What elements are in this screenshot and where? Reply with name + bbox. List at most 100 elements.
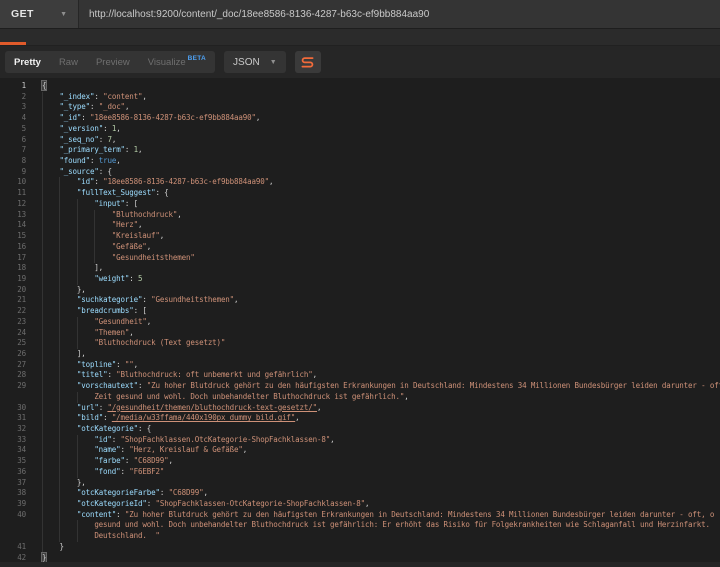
line-number: 16 <box>17 241 26 251</box>
indent-guide <box>59 509 76 521</box>
json-key: "_type" <box>59 102 90 112</box>
method-select[interactable]: GET ▼ <box>0 0 79 28</box>
indent-guide <box>76 434 94 446</box>
indent-guide <box>76 445 94 457</box>
indent-guide <box>42 284 59 296</box>
json-token: Zeit gesund und wohl. Doch unbehandelter… <box>94 391 405 401</box>
code-content: "weight": 5 <box>42 273 143 285</box>
indent-guide <box>59 402 76 414</box>
code-line: 28 "titel": "Bluthochdruck: oft unbemerkt… <box>0 370 720 382</box>
tab-preview[interactable]: Preview <box>87 51 139 73</box>
code-content: ], <box>42 348 86 360</box>
indent-guide <box>76 252 94 264</box>
line-number: 2 <box>21 91 27 101</box>
json-token: , <box>365 499 370 509</box>
indent-guide <box>42 413 59 424</box>
indent-guide <box>59 520 76 532</box>
indent-guide <box>42 509 59 521</box>
indent-guide <box>59 424 76 435</box>
code-content: ], <box>42 263 103 274</box>
json-key: "_index" <box>59 91 95 101</box>
indent-guide <box>59 177 76 189</box>
json-key: "_source" <box>59 166 99 176</box>
code-line: 36 "fond": "F6EBF2" <box>0 466 720 478</box>
tab-raw[interactable]: Raw <box>50 51 87 73</box>
json-token: : <box>124 145 134 155</box>
indent-guide <box>94 209 111 221</box>
code-content: "fullText_Suggest": { <box>42 188 169 199</box>
url-input[interactable]: http://localhost:9200/content/_doc/18ee8… <box>79 0 720 28</box>
indent-guide <box>59 359 76 371</box>
json-token: 5 <box>137 273 143 283</box>
json-token: , <box>234 295 239 305</box>
indent-guide <box>42 327 59 339</box>
request-response-divider <box>0 29 720 46</box>
json-token: , <box>116 123 121 133</box>
indent-guide <box>59 327 76 339</box>
json-key: "url" <box>76 402 99 412</box>
indent-guide <box>42 370 59 382</box>
json-token: "18ee8586-8136-4287-b63c-ef9bb884aa90" <box>90 113 256 123</box>
indent-guide <box>59 220 76 232</box>
json-key: "_id" <box>59 113 82 123</box>
json-token: "Themen" <box>94 327 130 337</box>
json-token: : [ <box>124 198 138 208</box>
json-key: "id" <box>94 434 112 444</box>
json-key: "content" <box>76 509 117 519</box>
tab-label: Pretty <box>14 56 41 68</box>
tab-pretty[interactable]: Pretty <box>5 51 50 73</box>
json-token: : <box>81 113 90 123</box>
code-content: "Gefäße", <box>42 241 151 253</box>
code-line: 33 "id": "ShopFachklassen.OtcKategorie-Sh… <box>0 434 720 446</box>
format-select[interactable]: JSON ▼ <box>224 51 286 73</box>
indent-guide <box>76 220 94 232</box>
line-number: 20 <box>17 284 26 294</box>
active-tab-indicator <box>0 42 26 45</box>
line-number: 12 <box>17 198 26 208</box>
json-token: : { <box>138 424 152 433</box>
json-token: , <box>242 445 248 455</box>
code-content: "_index": "content", <box>42 91 147 103</box>
indent-guide <box>59 413 76 424</box>
json-key: "fullText_Suggest" <box>76 188 156 198</box>
code-line: 11 "fullText_Suggest": { <box>0 188 720 199</box>
indent-guide <box>76 531 94 542</box>
line-number: 32 <box>17 424 26 433</box>
beautify-button[interactable] <box>294 51 321 73</box>
line-number: 22 <box>17 306 26 316</box>
code-content: "_seq_no": 7, <box>42 134 116 146</box>
json-token: : <box>138 381 147 391</box>
code-line: 9 "_source": { <box>0 166 720 178</box>
indent-guide <box>42 113 59 124</box>
beta-badge: BETA <box>187 55 207 62</box>
code-content: "titel": "Bluthochdruck: oft unbemerkt u… <box>42 370 317 382</box>
json-token: "" <box>124 359 134 369</box>
json-key: "input" <box>94 198 125 208</box>
line-number: 24 <box>17 327 26 337</box>
json-token: , <box>142 91 147 101</box>
indent-guide <box>42 220 59 232</box>
code-line: 22 "breadcrumbs": [ <box>0 306 720 317</box>
response-editor[interactable]: 1{2 "_index": "content", 3 "_type": "_doc",… <box>0 78 720 567</box>
json-key: "_primary_term" <box>59 145 125 155</box>
json-token: : <box>103 123 112 133</box>
line-number: 28 <box>17 370 26 380</box>
code-content: "content": "Zu hoher Blutdruck gehört zu… <box>42 509 714 521</box>
indent-guide <box>42 123 59 135</box>
indent-guide <box>42 391 59 403</box>
json-key: "weight" <box>94 273 130 283</box>
code-line: 26], <box>0 348 720 360</box>
tab-visualize[interactable]: Visualize BETA <box>139 51 215 73</box>
request-url-bar: GET ▼ http://localhost:9200/content/_doc… <box>0 0 720 29</box>
code-line: 13 "Bluthochdruck", <box>0 209 720 221</box>
indent-guide <box>59 316 76 328</box>
json-token: gesund und wohl. Doch unbehandelter Blut… <box>94 520 710 530</box>
json-token: "18ee8586-8136-4287-b63c-ef9bb884aa90" <box>103 177 269 187</box>
indent-guide <box>42 145 59 157</box>
line-number: 31 <box>17 413 26 423</box>
code-line: 4 "_id": "18ee8586-8136-4287-b63c-ef9bb88… <box>0 113 720 124</box>
json-token: { <box>40 80 48 91</box>
indent-guide <box>59 241 76 253</box>
line-number: 26 <box>17 348 26 358</box>
code-line: 31 "bild": "/media/w33ffama/440x190px_dum… <box>0 413 720 424</box>
